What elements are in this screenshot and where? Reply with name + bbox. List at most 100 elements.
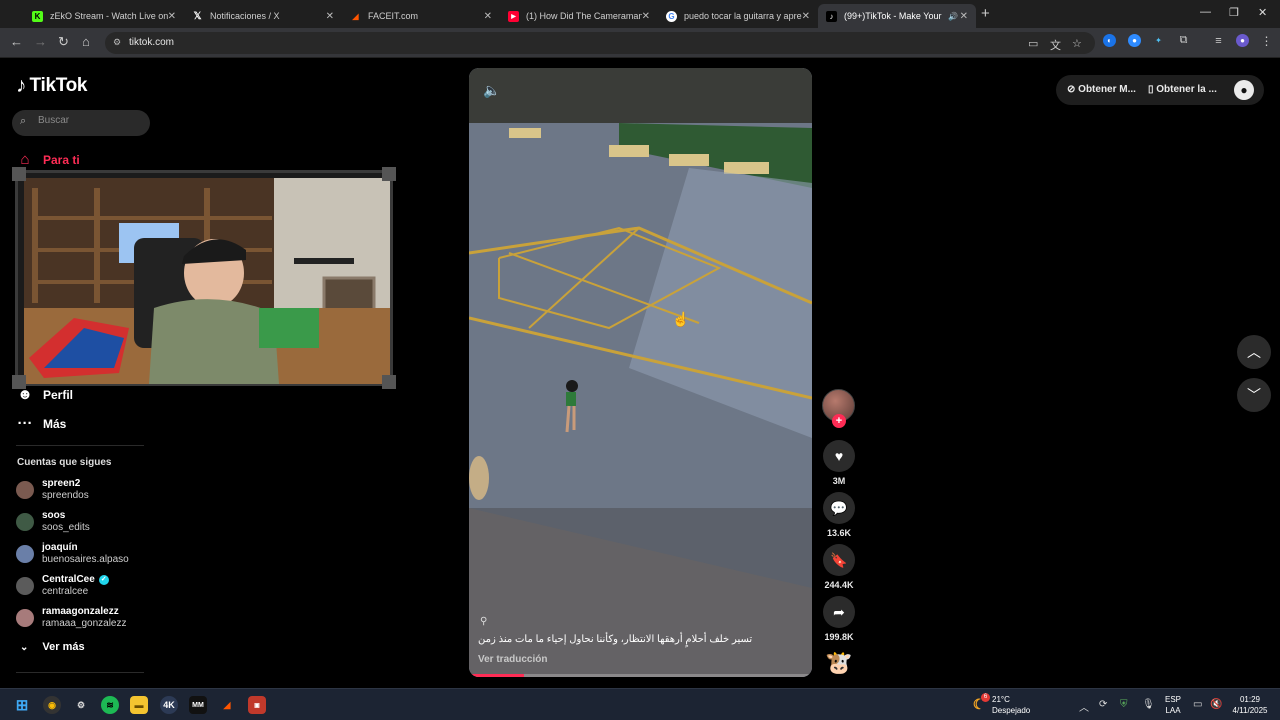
extension-icon[interactable]: ◐ [1103, 34, 1116, 47]
account-handle: soos_edits [42, 522, 90, 533]
search-box[interactable]: ⌕ [12, 110, 150, 136]
tab-google[interactable]: G puedo tocar la guitarra y apren ✕ [658, 4, 818, 28]
app-4k-icon[interactable]: 4K [160, 696, 178, 714]
profile-avatar-icon[interactable]: ● [1236, 34, 1249, 47]
close-tab-icon[interactable]: ✕ [326, 11, 334, 22]
scroll-up-button[interactable]: ︿ [1237, 335, 1271, 369]
restore-icon[interactable]: ❐ [1229, 6, 1239, 19]
spotify-icon[interactable]: ≋ [101, 696, 119, 714]
close-tab-icon[interactable]: ✕ [484, 11, 492, 22]
home-icon: ⌂ [20, 151, 30, 168]
home-icon[interactable]: ⌂ [82, 34, 90, 49]
follow-plus-icon[interactable]: + [832, 414, 846, 428]
app-stream-icon[interactable]: ▣ [248, 696, 266, 714]
menu-dots-icon[interactable]: ⋮ [1260, 34, 1273, 48]
cast-icon[interactable]: ▭ [1028, 37, 1038, 50]
translate-button[interactable]: Ver traducción [478, 654, 547, 665]
video-player[interactable]: 🔈 ☝ ⚲ تسير خلف أحلامٍ أرهقها الانتظار، و… [469, 68, 812, 677]
site-info-icon[interactable]: ⚙ [113, 37, 121, 48]
video-frame [469, 68, 812, 677]
file-explorer-icon[interactable]: ▬ [130, 696, 148, 714]
search-input[interactable] [38, 115, 143, 126]
nav-mas[interactable]: ··· Más [16, 415, 67, 432]
windows-start-icon[interactable]: ⊞ [13, 696, 31, 714]
close-tab-icon[interactable]: ✕ [168, 11, 176, 22]
following-item[interactable]: joaquín buenosaires.alpaso [16, 542, 129, 566]
extensions-puzzle-icon[interactable]: ⧉ [1177, 34, 1190, 47]
weather-badge: 6 [981, 693, 990, 702]
language-indicator[interactable]: ESP LAA [1158, 694, 1188, 716]
minimize-icon[interactable]: — [1200, 6, 1211, 18]
heart-icon: ♥ [834, 448, 844, 464]
volume-icon[interactable]: 🔈 [483, 82, 500, 99]
browser-tab-strip: K zEkO Stream - Watch Live on Ki ✕ 𝕏 Not… [0, 0, 1280, 28]
comment-button[interactable]: 💬 [823, 492, 855, 524]
ver-mas-label: Ver más [42, 641, 85, 653]
weather-widget[interactable]: 21°C Despejado [992, 694, 1030, 716]
close-tab-icon[interactable]: ✕ [960, 11, 968, 22]
shield-icon[interactable]: ⛨ [1120, 699, 1128, 710]
tab-tiktok[interactable]: ♪ (99+)TikTok - Make Your Da 🔊 ✕ [818, 4, 976, 28]
tiktok-logo[interactable]: ♪ TikTok [16, 74, 87, 98]
ver-mas-button[interactable]: ⌄ Ver más [20, 641, 85, 653]
tab-x[interactable]: 𝕏 Notificaciones / X ✕ [184, 4, 342, 28]
media-control-icon[interactable]: ≡ [1212, 34, 1225, 47]
speaker-icon[interactable]: 🔊 [948, 12, 958, 21]
sync-icon[interactable]: ⟳ [1099, 699, 1107, 710]
tab-faceit[interactable]: ◢ FACEIT.com ✕ [342, 4, 500, 28]
weather-temp: 21°C [992, 695, 1010, 704]
steam-icon[interactable]: ⚙ [72, 696, 90, 714]
following-item[interactable]: spreen2 spreendos [16, 478, 89, 502]
frame-corner [382, 167, 396, 181]
following-item[interactable]: CentralCee ✓ centralcee [16, 574, 109, 598]
clock-date: 4/11/2025 [1232, 706, 1268, 715]
share-arrow-icon: ➦ [833, 603, 845, 620]
close-tab-icon[interactable]: ✕ [802, 11, 810, 22]
more-icon: ··· [17, 415, 33, 432]
translate-icon[interactable]: 文 [1050, 37, 1061, 53]
following-item[interactable]: ramaagonzalezz ramaaa_gonzalezz [16, 606, 127, 630]
get-app-button[interactable]: ▯ Obtener la ... [1148, 84, 1217, 95]
user-avatar-icon[interactable]: ● [1234, 80, 1254, 100]
save-button[interactable]: 🔖 [823, 544, 855, 576]
share-button[interactable]: ➦ [823, 596, 855, 628]
network-icon[interactable]: ▭ [1193, 699, 1202, 710]
app-mm-icon[interactable]: MM [189, 696, 207, 714]
tab-kick[interactable]: K zEkO Stream - Watch Live on Ki ✕ [24, 4, 184, 28]
tab-youtube[interactable]: ▶ (1) How Did The Cameraman... ✕ [500, 4, 658, 28]
video-progress-bar[interactable] [469, 674, 812, 677]
url-text[interactable]: tiktok.com [129, 37, 174, 48]
microphone-icon[interactable]: 🎙 [1142, 699, 1155, 710]
omnibox[interactable]: ⚙ tiktok.com ▭ 文 ☆ [105, 32, 1095, 54]
extension-icon[interactable]: ✦ [1152, 34, 1165, 47]
extension-icon[interactable]: ● [1128, 34, 1141, 47]
chrome-icon[interactable]: ◉ [43, 696, 61, 714]
new-tab-icon[interactable]: + [981, 5, 990, 22]
volume-muted-icon[interactable]: 🔇 [1210, 699, 1222, 710]
tab-title: (99+)TikTok - Make Your Da [844, 11, 944, 21]
avatar [16, 545, 34, 563]
mouse-cursor-icon: ☝ [672, 311, 690, 327]
clock[interactable]: 01:29 4/11/2025 [1226, 694, 1274, 716]
verified-badge-icon: ✓ [98, 575, 109, 585]
close-window-icon[interactable]: ✕ [1258, 6, 1267, 19]
following-item[interactable]: soos soos_edits [16, 510, 90, 534]
forward-icon[interactable]: → [34, 34, 47, 49]
bookmark-star-icon[interactable]: ☆ [1072, 37, 1082, 50]
sound-disc-icon[interactable]: 🐮 [823, 650, 855, 678]
comment-count: 13.6K [826, 528, 852, 538]
avatar [16, 609, 34, 627]
reload-icon[interactable]: ↻ [58, 34, 69, 50]
faceit-icon[interactable]: ◢ [218, 696, 236, 714]
tray-overflow-icon[interactable]: ︿ [1079, 699, 1089, 714]
like-button[interactable]: ♥ [823, 440, 855, 472]
get-coins-button[interactable]: ⊘ Obtener M... [1067, 84, 1136, 95]
tab-title: FACEIT.com [368, 11, 419, 21]
nav-para-ti[interactable]: ⌂ Para ti [16, 151, 79, 168]
scroll-down-button[interactable]: ﹀ [1237, 378, 1271, 412]
close-tab-icon[interactable]: ✕ [642, 11, 650, 22]
save-count: 244.4K [824, 580, 854, 590]
like-count: 3M [832, 476, 846, 486]
back-icon[interactable]: ← [10, 34, 23, 49]
video-caption: تسير خلف أحلامٍ أرهقها الانتظار، وكأننا … [478, 634, 753, 645]
